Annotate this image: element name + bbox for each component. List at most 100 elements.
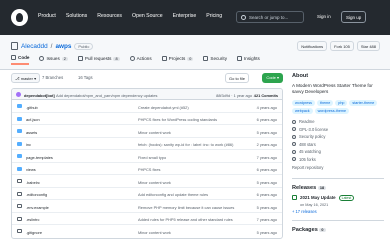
fork-button[interactable]: Fork 105 [330, 41, 354, 51]
license-link[interactable]: GPL-3.0 license [292, 127, 384, 132]
security-link[interactable]: Security policy [292, 134, 384, 139]
repo-tabs: Code Issues 2 Pull requests 8 Actions Proj… [11, 55, 260, 65]
file-name[interactable]: acf-json [26, 117, 40, 122]
forks-link[interactable]: 105 forks [292, 157, 384, 162]
file-name[interactable]: .eslintrc [26, 217, 39, 222]
table-row[interactable]: .env.example Remove PHP memory limit beca… [12, 200, 282, 213]
topic-tag[interactable]: php [335, 100, 348, 106]
tab-label: Insights [244, 56, 260, 61]
file-commit-message[interactable]: Add editorconfig and update theme rules [138, 192, 208, 197]
nav-solutions[interactable]: Solutions [66, 13, 87, 19]
notifications-button[interactable]: Notifications [297, 41, 328, 51]
file-name[interactable]: page-templates [26, 155, 53, 160]
visibility-badge: Public [74, 42, 94, 50]
branch-select-button[interactable]: ⎇ master ▾ [11, 73, 41, 83]
readme-link[interactable]: Readme [292, 119, 384, 124]
report-repository-link[interactable]: Report repository [292, 165, 384, 170]
code-button[interactable]: Code ▾ [262, 73, 283, 83]
file-name[interactable]: .gitignore [26, 230, 42, 235]
nav-product[interactable]: Product [38, 13, 56, 19]
file-name[interactable]: .babelrc [26, 180, 40, 185]
file-commit-message[interactable]: PHPCS fixes [138, 167, 161, 172]
table-row[interactable]: .github Create dependabot.yml (#52) 4 year… [12, 100, 282, 113]
file-commit-message[interactable]: Create dependabot.yml (#52) [138, 105, 189, 110]
packages-title: Packages [292, 226, 318, 233]
commits-link[interactable]: 421 Commits [254, 93, 278, 98]
commit-message[interactable]: Add dependabot/npm_and_yarn/npm dependen… [56, 93, 157, 98]
watchers-link[interactable]: 45 watching [292, 149, 384, 154]
table-row[interactable]: .editorconfig Add editorconfig and update… [12, 188, 282, 200]
file-date: 6 years ago [256, 192, 277, 197]
nav-pricing[interactable]: Pricing [206, 13, 222, 19]
commit-author[interactable]: dependabot[bot] [24, 93, 55, 98]
packages-heading[interactable]: Packages 0 [292, 227, 384, 233]
topic-list: wordpress theme php starter-theme webpac… [292, 100, 384, 114]
star-icon [292, 142, 296, 147]
topic-tag[interactable]: webpack [292, 108, 313, 114]
table-row[interactable]: inc fetch: (hooks): sanity wp-id for : la… [12, 138, 282, 150]
tab-security[interactable]: Security [203, 55, 227, 65]
table-row[interactable]: .eslintrc Added rules for PHP5 release an… [12, 213, 282, 225]
topic-tag[interactable]: wordpress-theme [314, 108, 350, 114]
file-commit-message[interactable]: fetch: (hooks): sanity wp-id for : label… [138, 142, 233, 147]
tab-actions[interactable]: Actions [129, 55, 152, 65]
nav-resources[interactable]: Resources [97, 13, 122, 19]
table-row[interactable]: views PHPCS fixes 6 years ago [12, 163, 282, 175]
file-name[interactable]: .env.example [26, 205, 49, 210]
top-navigation: Product Solutions Resources Open Source … [38, 13, 222, 19]
topic-tag[interactable]: wordpress [292, 100, 316, 106]
file-name[interactable]: assets [26, 130, 37, 135]
latest-release[interactable]: 2021 May Update Latest [292, 194, 384, 201]
file-commit-message[interactable]: PHPCS fixes for WordPress coding standar… [138, 117, 217, 122]
folder-icon [17, 116, 22, 121]
star-button[interactable]: Star 488 [356, 41, 380, 51]
file-commit-message[interactable]: Added rules for PHP5 release and other s… [138, 217, 233, 222]
play-icon [129, 56, 135, 61]
file-commit-message[interactable]: Minor content work [138, 130, 171, 135]
tab-issues[interactable]: Issues 2 [39, 55, 68, 65]
nav-enterprise[interactable]: Enterprise [173, 13, 197, 19]
file-name[interactable]: .editorconfig [26, 192, 47, 197]
graph-icon [237, 56, 242, 61]
license-label: GPL-3.0 license [299, 126, 329, 132]
tags-link[interactable]: 16 Tags [78, 75, 93, 80]
table-row[interactable]: assets Minor content work 5 years ago [12, 125, 282, 138]
tab-pull-requests[interactable]: Pull requests 8 [77, 55, 120, 65]
sign-in-link[interactable]: Sign in [313, 11, 335, 23]
branches-link[interactable]: 7 Branches [42, 75, 63, 80]
file-commit-message[interactable]: Fixed small typo [138, 155, 166, 160]
table-row[interactable]: .babelrc Minor content work 5 years ago [12, 175, 282, 188]
file-commit-message[interactable]: Minor content work [138, 180, 171, 185]
table-row[interactable]: acf-json PHPCS fixes for WordPress coding… [12, 113, 282, 125]
commit-hash[interactable]: 88f3d9d · 1 year ago [216, 93, 252, 98]
topic-tag[interactable]: starter-theme [349, 100, 378, 106]
latest-commit-row: dependabot[bot] Add dependabot/npm_and_y… [12, 89, 282, 100]
tab-insights[interactable]: Insights [237, 55, 260, 65]
github-logo-icon[interactable] [11, 9, 28, 26]
file-name[interactable]: .github [26, 105, 38, 110]
repo-owner[interactable]: Alecaddd [21, 43, 48, 50]
topic-tag[interactable]: theme [317, 100, 334, 106]
go-to-file-button[interactable]: Go to file [225, 73, 250, 83]
file-commit-message[interactable]: Remove PHP memory limit because it can c… [138, 205, 234, 210]
table-row[interactable]: page-templates Fixed small typo 7 years ag… [12, 150, 282, 163]
repo-name[interactable]: awps [55, 43, 71, 50]
tab-label: Projects [168, 56, 186, 61]
tab-label: Security [210, 56, 227, 61]
tab-label: Actions [136, 56, 152, 61]
file-name[interactable]: views [26, 167, 36, 172]
stars-link[interactable]: 488 stars [292, 142, 384, 147]
nav-open-source[interactable]: Open Source [132, 13, 163, 19]
tab-projects[interactable]: Projects 0 [161, 55, 194, 65]
forks-label: 105 forks [299, 156, 316, 162]
sign-up-button[interactable]: Sign up [341, 11, 367, 23]
file-commit-message[interactable]: Minor content work [138, 230, 171, 235]
about-sidebar: About A Modern WordPress Starter Theme f… [292, 73, 384, 237]
file-name[interactable]: inc [26, 142, 31, 147]
tab-count: 2 [61, 56, 68, 61]
tab-code[interactable]: Code [11, 55, 30, 65]
releases-heading[interactable]: Releases 18 [292, 185, 384, 191]
table-row[interactable]: .gitignore Minor content work 5 years ago [12, 225, 282, 238]
search-input[interactable]: Search or jump to... [236, 11, 304, 23]
more-releases-link[interactable]: + 17 releases [292, 209, 384, 214]
